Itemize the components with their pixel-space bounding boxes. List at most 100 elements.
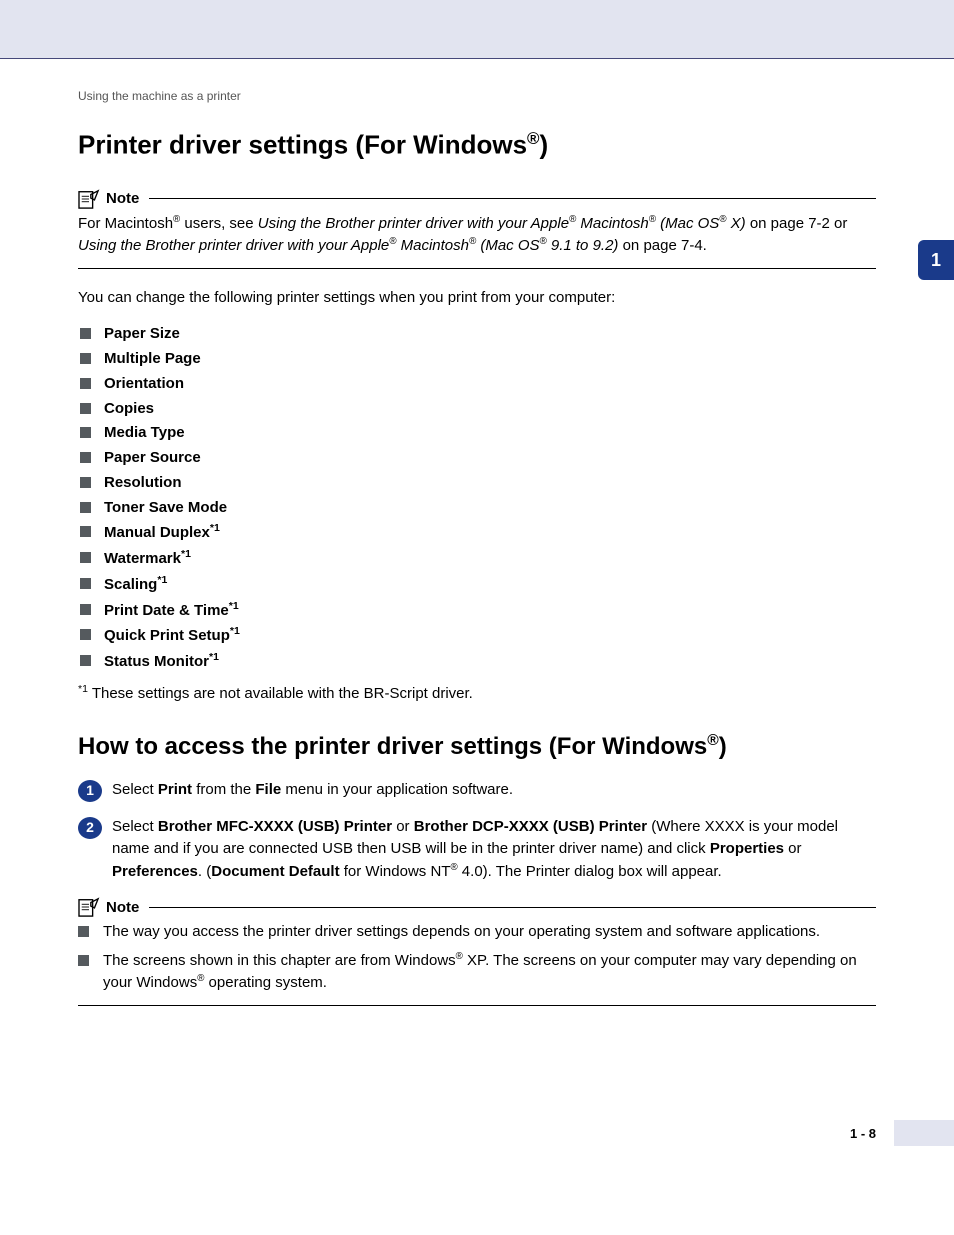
section-title: How to access the printer driver setting… (78, 732, 876, 761)
bullet-icon (80, 378, 91, 389)
note-header: Note (78, 189, 876, 209)
t: For Macintosh (78, 215, 173, 232)
t: users, see (180, 215, 258, 232)
reg-mark: ® (649, 214, 656, 225)
bullet-icon (80, 578, 91, 589)
bullet-icon (80, 604, 91, 615)
setting-item: Watermark*1 (78, 546, 876, 572)
fn-marker: *1 (209, 651, 219, 663)
note-list-item: The way you access the printer driver se… (78, 921, 876, 944)
t: File (255, 781, 281, 798)
setting-item: Toner Save Mode (78, 496, 876, 521)
bullet-icon (78, 955, 89, 966)
reg-mark: ® (450, 862, 457, 873)
intro-text: You can change the following printer set… (78, 287, 876, 309)
step-text: Select Print from the File menu in your … (112, 779, 513, 802)
setting-label: Print Date & Time (104, 602, 229, 619)
t: The screens shown in this chapter are fr… (103, 952, 456, 969)
t: Document Default (211, 863, 339, 880)
t: These settings are not available with th… (88, 685, 473, 702)
setting-label: Status Monitor (104, 653, 209, 670)
t: Properties (710, 840, 784, 857)
bullet-icon (80, 427, 91, 438)
t: Macintosh (576, 215, 649, 232)
t: The way you access the printer driver se… (103, 921, 820, 944)
t: or (392, 818, 414, 835)
t: 9.1 to 9.2) (547, 237, 619, 254)
setting-item: Resolution (78, 471, 876, 496)
reg-mark: ® (707, 732, 719, 749)
t: from the (192, 781, 255, 798)
t: on page 7-4. (618, 237, 706, 254)
t: (Mac OS (656, 215, 719, 232)
fn-marker: *1 (210, 522, 220, 534)
fn-marker: *1 (229, 600, 239, 612)
note-rule (149, 907, 876, 908)
t: Using the Brother printer driver with yo… (258, 215, 569, 232)
divider (78, 1005, 876, 1006)
link-text[interactable]: Using the Brother printer driver with yo… (78, 237, 618, 254)
note-header: Note (78, 897, 876, 917)
t: on page 7-2 or (746, 215, 848, 232)
t: for Windows NT (340, 863, 451, 880)
setting-item: Orientation (78, 372, 876, 397)
t: Preferences (112, 863, 198, 880)
setting-label: Copies (104, 400, 154, 417)
top-banner (0, 0, 954, 59)
t: Print (158, 781, 192, 798)
note-body: For Macintosh ® users, see Using the Brot… (78, 213, 876, 258)
chapter-tab: 1 (918, 240, 954, 280)
setting-label: Media Type (104, 424, 185, 441)
setting-item: Paper Source (78, 446, 876, 471)
reg-mark: ® (456, 951, 463, 962)
step-1: 1 Select Print from the File menu in you… (78, 779, 876, 802)
fn-marker: *1 (78, 683, 88, 695)
setting-label: Paper Size (104, 325, 180, 342)
t: menu in your application software. (281, 781, 513, 798)
step-text: Select Brother MFC-XXXX (USB) Printer or… (112, 816, 876, 884)
setting-label: Paper Source (104, 449, 201, 466)
note-icon (78, 897, 100, 917)
bullet-icon (80, 655, 91, 666)
setting-item: Manual Duplex*1 (78, 520, 876, 546)
step-number: 1 (78, 780, 102, 802)
bullet-icon (80, 353, 91, 364)
setting-label: Multiple Page (104, 350, 201, 367)
note-list-item: The screens shown in this chapter are fr… (78, 950, 876, 995)
note-label: Note (106, 190, 139, 207)
t: Select (112, 818, 158, 835)
settings-list: Paper Size Multiple Page Orientation Copies… (78, 322, 876, 675)
setting-label: Watermark (104, 550, 181, 567)
footnote: *1 These settings are not available with… (78, 683, 876, 702)
bullet-icon (78, 926, 89, 937)
setting-item: Print Date & Time*1 (78, 598, 876, 624)
bullet-icon (80, 477, 91, 488)
page-content: Using the machine as a printer Printer d… (0, 59, 954, 1166)
setting-item: Media Type (78, 421, 876, 446)
setting-label: Resolution (104, 474, 182, 491)
bullet-icon (80, 403, 91, 414)
page-title: Printer driver settings (For Windows®) (78, 129, 876, 161)
step-number: 2 (78, 817, 102, 839)
setting-item: Paper Size (78, 322, 876, 347)
reg-mark: ® (540, 236, 547, 247)
t: (Mac OS (476, 237, 539, 254)
bullet-icon (80, 502, 91, 513)
t: X) (726, 215, 745, 232)
reg-mark: ® (527, 129, 539, 148)
steps: 1 Select Print from the File menu in you… (78, 779, 876, 884)
link-text[interactable]: Using the Brother printer driver with yo… (258, 215, 746, 232)
page-number: 1 - 8 (850, 1126, 876, 1141)
t: How to access the printer driver setting… (78, 733, 707, 760)
t: . ( (198, 863, 211, 880)
fn-marker: *1 (157, 574, 167, 586)
setting-item: Status Monitor*1 (78, 649, 876, 675)
bullet-icon (80, 452, 91, 463)
bullet-icon (80, 552, 91, 563)
t: Brother MFC-XXXX (USB) Printer (158, 818, 392, 835)
setting-item: Copies (78, 397, 876, 422)
title-text: Printer driver settings (For Windows (78, 130, 527, 160)
setting-item: Quick Print Setup*1 (78, 623, 876, 649)
t: The screens shown in this chapter are fr… (103, 950, 876, 995)
t: Using the Brother printer driver with yo… (78, 237, 389, 254)
